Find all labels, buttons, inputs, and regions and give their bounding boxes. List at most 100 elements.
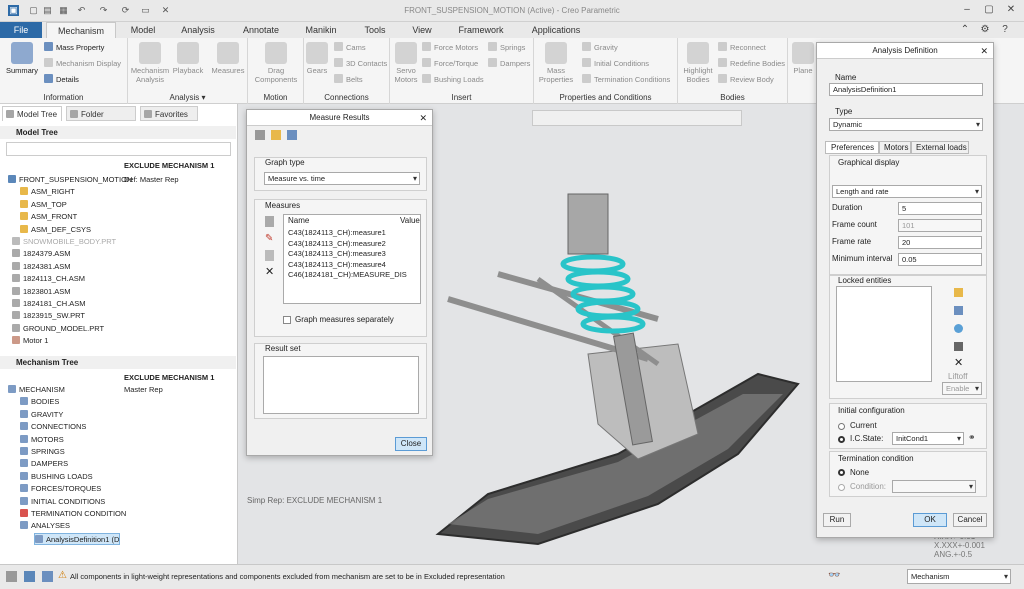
model-tree-item[interactable]: ASM_FRONT [20,211,77,223]
close-icon[interactable]: ✕ [419,110,427,126]
remove-lock-icon[interactable]: ✕ [954,356,963,369]
measures-table[interactable]: Name Value C43(1824113_CH):measure1 C43(1… [283,214,421,304]
mechanism-tree-item[interactable]: INITIAL CONDITIONS [20,496,105,508]
mechanism-tree-item[interactable]: BODIES [20,396,59,408]
mechanism-tree-item[interactable]: MECHANISM [8,384,65,396]
measure-row[interactable]: C43(1824113_CH):measure3 [288,249,386,258]
belts-button[interactable]: Belts [334,74,363,86]
maximize-button[interactable]: ▢ [982,3,996,17]
lock-point-icon[interactable] [954,324,963,333]
lock-body-icon[interactable] [954,288,963,297]
details-button[interactable]: Details [44,74,79,86]
result-set-list[interactable] [263,356,419,414]
cams-button[interactable]: Cams [334,42,366,54]
delete-icon[interactable]: ✕ [265,265,274,278]
tab-manikin[interactable]: Manikin [294,22,348,38]
summary-button[interactable]: Summary [4,42,40,75]
export-icon[interactable] [287,130,297,140]
close-button[interactable]: ✕ [1004,3,1018,17]
close-button[interactable]: Close [395,437,427,451]
model-tree-item[interactable]: ASM_DEF_CSYS [20,224,91,236]
model-tree-item[interactable]: GROUND_MODEL.PRT [12,323,104,335]
open-folder-icon[interactable] [271,130,281,140]
drag-components-button[interactable]: Drag Components [252,42,300,84]
frame-rate-input[interactable]: 20 [898,236,982,249]
mechanism-tree-item[interactable]: BUSHING LOADS [20,471,93,483]
model-tree-header[interactable]: Model Tree [0,126,236,139]
tab-annotate[interactable]: Annotate [232,22,290,38]
model-tree-item[interactable]: SNOWMOBILE_BODY.PRT [12,236,116,248]
ic-state-radio[interactable] [838,436,845,443]
tab-mechanism[interactable]: Mechanism [46,22,116,38]
force-torque-button[interactable]: Force/Torque [422,58,478,70]
cancel-button[interactable]: Cancel [953,513,987,527]
gears-button[interactable]: Gears [304,42,330,75]
tab-model[interactable]: Model [120,22,166,38]
tab-file[interactable]: File [0,22,42,38]
dampers-button[interactable]: Dampers [488,58,530,70]
tab-applications[interactable]: Applications [520,22,592,38]
tab-model-tree[interactable]: Model Tree [2,106,62,121]
graph-icon[interactable] [255,130,265,140]
model-tree-item[interactable]: 1824379.ASM [12,248,71,260]
tab-tools[interactable]: Tools [352,22,398,38]
nav-icon[interactable] [24,571,35,582]
model-tree-item[interactable]: 1824181_CH.ASM [12,298,86,310]
graph-type-select[interactable]: Measure vs. time [264,172,420,185]
type-select[interactable]: Dynamic [829,118,983,131]
highlight-bodies-button[interactable]: Highlight Bodies [680,42,716,84]
mechanism-tree-item[interactable]: DAMPERS [20,458,68,470]
min-interval-input[interactable]: 0.05 [898,253,982,266]
browser-icon[interactable] [42,571,53,582]
none-radio[interactable] [838,469,845,476]
locked-entities-list[interactable] [836,286,932,382]
mechanism-tree-item[interactable]: CONNECTIONS [20,421,86,433]
duration-input[interactable]: 5 [898,202,982,215]
mechanism-tree-item[interactable]: MOTORS [20,434,64,446]
tab-external-loads[interactable]: External loads [911,141,969,154]
model-tree-item[interactable]: 1824113_CH.ASM [12,273,85,285]
measure-row[interactable]: C43(1824113_CH):measure2 [288,239,386,248]
tab-motors[interactable]: Motors [879,141,911,154]
tab-favorites[interactable]: Favorites [140,106,198,121]
binoculars-icon[interactable]: 👓 [828,570,840,581]
tree-filter-input[interactable] [6,142,231,156]
lock-motion-icon[interactable] [954,342,963,351]
mechanism-tree-item[interactable]: FORCES/TORQUES [20,483,101,495]
mechanism-tree-item[interactable]: GRAVITY [20,409,63,421]
layout-icon[interactable] [6,571,17,582]
redefine-bodies-button[interactable]: Redefine Bodies [718,58,785,70]
run-button[interactable]: Run [823,513,851,527]
current-radio[interactable] [838,423,845,430]
springs-button[interactable]: Springs [488,42,525,54]
mode-select[interactable]: Mechanism [907,569,1011,584]
graphical-display-select[interactable]: Length and rate [832,185,982,198]
model-tree-item[interactable]: ASM_TOP [20,199,67,211]
mass-properties-button[interactable]: Mass Properties [536,42,576,84]
copy-icon[interactable] [265,250,274,261]
reconnect-button[interactable]: Reconnect [718,42,766,54]
tab-preferences[interactable]: Preferences [825,141,879,154]
tab-analysis[interactable]: Analysis [170,22,226,38]
lock-connection-icon[interactable] [954,306,963,315]
mechanism-tree-item[interactable]: ANALYSES [20,520,70,532]
model-tree-item[interactable]: FRONT_SUSPENSION_MOTION [8,174,132,186]
review-body-button[interactable]: Review Body [718,74,774,86]
mechanism-tree-item[interactable]: TERMINATION CONDITION [20,508,126,520]
tab-view[interactable]: View [402,22,442,38]
model-tree-item[interactable]: ASM_RIGHT [20,186,75,198]
measure-row[interactable]: C43(1824113_CH):measure4 [288,260,386,269]
playback-button[interactable]: Playback [170,42,206,75]
measure-row[interactable]: C46(1824181_CH):MEASURE_DIS [288,270,407,279]
ic-state-select[interactable]: InitCond1 [892,432,964,445]
model-tree-item[interactable]: 1824381.ASM [12,261,71,273]
measures-button[interactable]: Measures [210,42,246,75]
tab-folder-browser[interactable]: Folder Browser [66,106,136,134]
model-tree-item[interactable]: 1823801.ASM [12,286,71,298]
force-motors-button[interactable]: Force Motors [422,42,478,54]
model-tree-item[interactable]: 1823915_SW.PRT [12,310,85,322]
name-input[interactable]: AnalysisDefinition1 [829,83,983,96]
3d-contacts-button[interactable]: 3D Contacts [334,58,387,70]
edit-icon[interactable]: ✎ [265,233,273,244]
mechanism-tree-header[interactable]: Mechanism Tree [0,356,236,369]
